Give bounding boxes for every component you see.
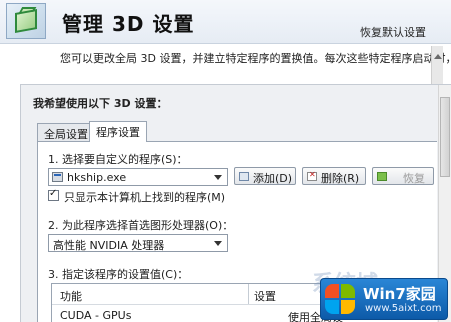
column-header-setting[interactable]: 设置 (254, 288, 276, 304)
restore-program-button[interactable]: 恢复 (372, 167, 434, 185)
add-icon (239, 172, 249, 181)
program-icon (52, 172, 63, 182)
column-divider[interactable] (248, 284, 249, 304)
select-program-label: 1. 选择要自定义的程序(S)： (48, 153, 188, 166)
show-local-programs-label: 只显示本计算机上找到的程序(M) (64, 191, 226, 204)
table-row-feature[interactable]: CUDA - GPUs (60, 309, 131, 322)
watermark-badge: Win7家园 www.5aixt.com (320, 278, 448, 320)
page-title: 管理 3D 设置 (62, 12, 195, 36)
scrollbar-thumb[interactable] (440, 97, 450, 177)
program-settings-label: 3. 指定该程序的设置值(C)： (48, 268, 189, 281)
nvidia-restore-icon (377, 172, 387, 181)
page-header: 管理 3D 设置 恢复默认设置 (0, 0, 451, 44)
watermark: 系统城 Win7家园 www.5aixt.com (312, 272, 451, 322)
preferred-processor-select[interactable]: 高性能 NVIDIA 处理器 (48, 234, 228, 252)
panel-heading: 我希望使用以下 3D 设置： (33, 97, 168, 110)
add-program-button[interactable]: 添加(D) (234, 167, 296, 185)
chevron-down-icon (214, 241, 222, 246)
watermark-url: www.5aixt.com (365, 303, 442, 314)
page-description: 您可以更改全局 3D 设置，并建立特定程序的置换值。每次这些特定程序启动时，都 (60, 52, 451, 65)
preferred-processor-label: 2. 为此程序选择首选图形处理器(O)： (48, 219, 234, 232)
tab-program-settings[interactable]: 程序设置 (89, 121, 147, 142)
preferred-processor-value: 高性能 NVIDIA 处理器 (53, 239, 165, 252)
show-local-programs-checkbox[interactable]: ✓ (48, 188, 59, 201)
column-header-feature[interactable]: 功能 (60, 288, 82, 304)
program-select[interactable]: hkship.exe (48, 168, 228, 186)
windows-logo-icon (325, 284, 357, 316)
scroll-up-icon[interactable] (434, 54, 442, 59)
delete-icon (307, 170, 317, 181)
chevron-down-icon (214, 175, 222, 180)
watermark-title: Win7家园 (363, 285, 436, 303)
nvidia-3d-settings-icon (6, 3, 46, 39)
restore-defaults-link[interactable]: 恢复默认设置 (360, 24, 426, 40)
checkmark-icon: ✓ (49, 188, 58, 199)
program-select-value: hkship.exe (67, 171, 127, 184)
tab-global-settings[interactable]: 全局设置 (37, 123, 95, 141)
remove-program-button[interactable]: 删除(R) (302, 167, 366, 185)
